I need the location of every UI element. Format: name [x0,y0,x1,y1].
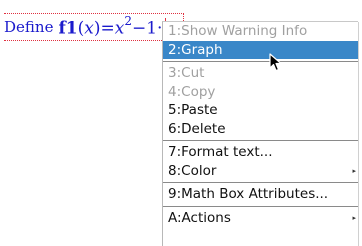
context-menu: 1:Show Warning Info 2:Graph 3:Cut 4:Copy… [162,21,358,246]
mouse-pointer-icon [269,53,282,72]
menu-item-color[interactable]: 8:Color ▸ [163,162,358,181]
define-keyword: Define [4,18,54,36]
math-expression-line[interactable]: Define f1(x)=x2−1·x [4,12,172,42]
menu-item-actions[interactable]: A:Actions ▸ [163,209,358,228]
menu-separator [163,182,358,183]
submenu-arrow-icon: ▸ [352,213,356,222]
submenu-arrow-icon: ▸ [352,166,356,175]
menu-item-label: 6:Delete [168,120,226,137]
term1-variable: x [114,18,125,39]
menu-item-delete[interactable]: 6:Delete [163,120,358,139]
menu-item-label: 2:Graph [168,41,223,58]
math-expression: f1(x)=x2−1·x [58,13,172,39]
menu-separator [163,61,358,62]
equals-sign: = [100,18,115,39]
menu-item-label: 7:Format text... [168,144,273,160]
menu-item-paste[interactable]: 5:Paste [163,101,358,120]
menu-item-label: 4:Copy [168,83,216,100]
menu-item-label: A:Actions [168,209,231,226]
term1-exponent: 2 [124,13,132,28]
menu-item-label: 5:Paste [168,102,218,118]
menu-separator [163,205,358,207]
menu-separator [163,140,358,141]
menu-item-label: 9:Math Box Attributes... [168,186,329,202]
function-variable: x [84,18,94,39]
menu-item-label: 1:Show Warning Info [168,23,308,39]
menu-item-label: 3:Cut [168,65,205,81]
menu-item-math-box-attributes[interactable]: 9:Math Box Attributes... [163,185,358,204]
menu-item-label: 8:Color [168,162,217,179]
menu-item-cut[interactable]: 3:Cut [163,64,358,83]
minus-term: −1· [131,18,163,39]
menu-item-show-warning-info[interactable]: 1:Show Warning Info [163,22,358,41]
function-name: f1 [58,18,78,39]
menu-item-format-text[interactable]: 7:Format text... [163,143,358,162]
menu-item-copy[interactable]: 4:Copy [163,83,358,102]
menu-item-graph[interactable]: 2:Graph [163,40,358,59]
